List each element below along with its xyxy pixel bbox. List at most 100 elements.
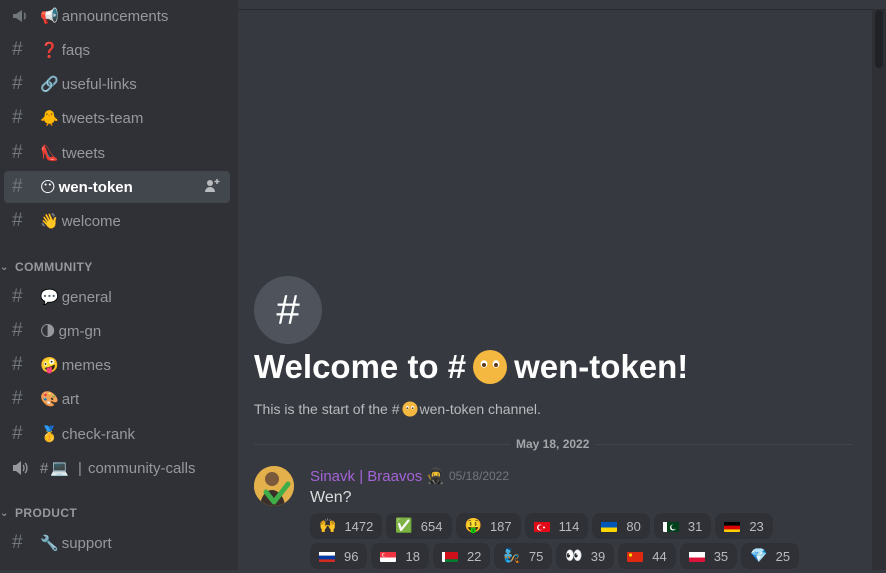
reaction-flag-russia[interactable]: 96	[310, 543, 368, 569]
belarus-flag-icon	[441, 551, 458, 562]
pakistan-flag-icon	[662, 521, 679, 532]
channel-label: faqs	[61, 41, 91, 59]
channel-label: tweets	[61, 144, 106, 162]
reaction-genie[interactable]: 🧞 75	[494, 543, 553, 569]
channel-welcome[interactable]: # 👋 welcome	[4, 205, 230, 237]
reaction-flag-pakistan[interactable]: 31	[653, 513, 712, 539]
hash-icon: #	[12, 388, 23, 409]
reaction-flag-singapore[interactable]: 18	[371, 543, 429, 569]
channel-emoji: 💬	[40, 288, 59, 306]
welcome-title: Welcome to # wen-token!	[254, 348, 688, 386]
channel-emoji: 📢	[40, 7, 59, 25]
message-timestamp: 05/18/2022	[448, 469, 510, 483]
reaction-flag-germany[interactable]: 23	[715, 513, 773, 539]
reaction-count: 114	[558, 518, 580, 534]
channel-wen-token[interactable]: # 😶 wen-token	[4, 171, 230, 203]
voice-channel-community-calls[interactable]: # 💻 | community-calls	[4, 452, 230, 484]
hash-icon: #	[12, 73, 23, 94]
channel-emoji: 🐥	[40, 109, 59, 127]
face-without-mouth-icon	[401, 401, 418, 417]
channel-emoji: 💻	[50, 459, 70, 477]
reaction-flag-ukraine[interactable]: 80	[592, 513, 650, 539]
message-author[interactable]: Sinavk | Braavos	[310, 468, 422, 485]
date-divider: May 18, 2022	[510, 437, 596, 451]
welcome-hash-glyph: #	[276, 286, 300, 333]
welcome-title-prefix: Welcome to #	[254, 348, 467, 385]
reaction-count: 654	[420, 518, 443, 534]
reaction-flag-poland[interactable]: 35	[679, 543, 738, 569]
reaction-count: 23	[749, 518, 764, 534]
channel-emoji: 🔧	[40, 534, 59, 552]
avatar[interactable]	[254, 466, 294, 506]
add-member-icon[interactable]	[204, 178, 220, 194]
reactions: 🙌 1472 ✅ 654 🤑 187 114 80 31 23 96 18 22…	[310, 513, 850, 573]
singapore-flag-icon	[380, 551, 397, 562]
reaction-count: 96	[344, 548, 359, 564]
channel-label: welcome	[61, 212, 121, 230]
speaker-icon	[12, 460, 32, 476]
channel-label: community-calls	[87, 459, 196, 477]
china-flag-icon	[627, 551, 644, 562]
channel-label: gm-gn	[58, 322, 102, 340]
hash-icon: #	[12, 354, 23, 375]
channel-label: tweets-team	[61, 109, 144, 127]
reaction-count: 22	[466, 548, 482, 564]
scrollbar-thumb[interactable]	[875, 10, 883, 68]
channel-emoji: 🔗	[40, 75, 59, 93]
channel-general[interactable]: # 💬 general	[4, 281, 230, 313]
channel-faqs[interactable]: # ❓ faqs	[4, 34, 230, 66]
channel-emoji: ❓	[40, 41, 59, 59]
reaction-raising-hands[interactable]: 🙌 1472	[310, 513, 383, 539]
category-product[interactable]: ⌄ PRODUCT	[0, 505, 77, 521]
welcome-subtitle: This is the start of the # wen-token cha…	[254, 401, 541, 417]
channel-support[interactable]: # 🔧 support	[4, 527, 230, 559]
category-label: COMMUNITY	[15, 260, 93, 274]
category-community[interactable]: ⌄ COMMUNITY	[0, 259, 93, 275]
channel-emoji: 👠	[40, 144, 59, 162]
chevron-down-icon: ⌄	[0, 507, 9, 519]
channel-art[interactable]: # 🎨 art	[4, 383, 230, 415]
channel-label: memes	[61, 356, 111, 374]
channel-gm-gn[interactable]: # 🌗 gm-gn	[4, 315, 230, 347]
reaction-count: 80	[626, 518, 641, 534]
hash-icon: #	[12, 142, 23, 163]
scrollbar-track[interactable]	[872, 10, 886, 570]
hash-icon: #	[12, 39, 23, 60]
reaction-flag-belarus[interactable]: 22	[432, 543, 491, 569]
channel-memes[interactable]: # 🤪 memes	[4, 349, 230, 381]
hash-icon: #	[12, 176, 23, 197]
poland-flag-icon	[688, 551, 705, 562]
channel-label: check-rank	[61, 425, 136, 443]
channel-emoji: 😶	[40, 178, 56, 196]
channel-tweets-team[interactable]: # 🐥 tweets-team	[4, 102, 230, 134]
face-without-mouth-icon	[472, 349, 508, 385]
message-text: Wen?	[310, 489, 352, 506]
reaction-money-mouth[interactable]: 🤑 187	[455, 513, 521, 539]
channel-label: general	[61, 288, 112, 306]
reaction-count: 44	[652, 548, 667, 564]
ninja-badge-icon: 🥷	[426, 467, 445, 485]
channel-tweets[interactable]: # 👠 tweets	[4, 137, 230, 169]
welcome-subtitle-prefix: This is the start of the #	[254, 401, 400, 417]
reaction-count: 1472	[344, 518, 374, 534]
reaction-count: 31	[687, 518, 703, 534]
channel-announcements[interactable]: 📢 announcements	[4, 0, 230, 32]
reaction-check-mark[interactable]: ✅ 654	[386, 513, 452, 539]
channel-check-rank[interactable]: # 🥇 check-rank	[4, 418, 230, 450]
hash-icon: #	[12, 107, 23, 128]
reaction-flag-turkey[interactable]: 114	[524, 513, 589, 539]
chevron-down-icon: ⌄	[0, 261, 9, 273]
reaction-flag-china[interactable]: 44	[618, 543, 676, 569]
reaction-row: 96 18 22 🧞 75 👀 39 44 35 💎 25	[310, 543, 850, 569]
reaction-row: 🙌 1472 ✅ 654 🤑 187 114 80 31 23	[310, 513, 850, 539]
welcome-subtitle-suffix: wen-token channel.	[419, 401, 541, 417]
channel-label: useful-links	[61, 75, 137, 93]
reaction-count: 35	[713, 548, 729, 564]
reaction-eyes[interactable]: 👀 39	[556, 543, 615, 569]
reaction-gem[interactable]: 💎 25	[741, 543, 800, 569]
channel-useful-links[interactable]: # 🔗 useful-links	[4, 68, 230, 100]
hash-icon: #	[12, 320, 23, 341]
eyes-icon: 👀	[565, 548, 583, 564]
channel-label: art	[61, 390, 80, 408]
channel-sidebar: 📢 announcements # ❓ faqs # 🔗 useful-link…	[0, 0, 238, 570]
